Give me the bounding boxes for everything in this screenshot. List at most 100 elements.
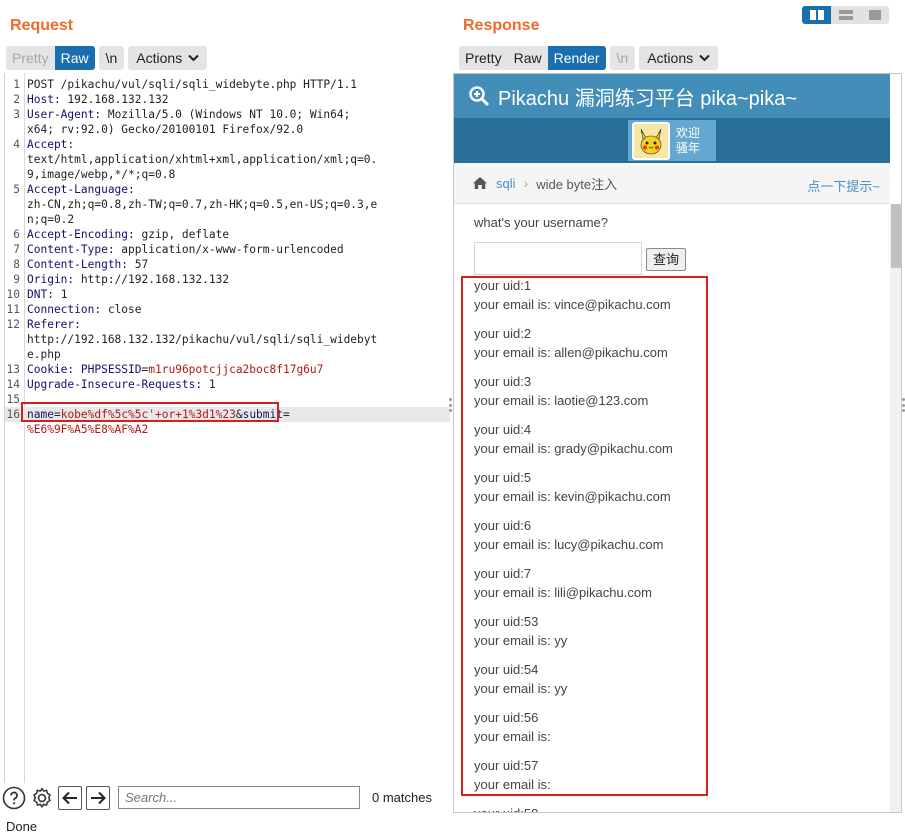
code-line[interactable]: text/html,application/xhtml+xml,applicat… xyxy=(5,152,450,167)
layout-single-button[interactable] xyxy=(860,6,889,24)
code-line[interactable]: 9 Origin: http://192.168.132.132 xyxy=(5,272,450,287)
pikachu-icon xyxy=(640,128,662,154)
search-plus-icon xyxy=(469,86,490,107)
code-line[interactable]: 14 Upgrade-Insecure-Requests: 1 xyxy=(5,377,450,392)
layout-stacked-button[interactable] xyxy=(831,6,860,24)
columns-icon xyxy=(809,10,824,20)
render-scrollbar-track[interactable] xyxy=(890,204,901,812)
layout-side-by-side-button[interactable] xyxy=(802,6,831,24)
code-token: Host: xyxy=(27,93,68,106)
breadcrumb: sqli › wide byte注入 点一下提示~ xyxy=(454,163,890,204)
response-newline-toggle[interactable]: \n xyxy=(609,46,636,70)
line-number: 14 xyxy=(6,378,20,391)
request-search-input[interactable] xyxy=(118,786,360,809)
line-content: http://192.168.132.132/pikachu/vul/sqli/… xyxy=(27,332,377,347)
user-menu[interactable]: 欢迎 骚年 xyxy=(628,120,716,161)
code-token: DNT: xyxy=(27,288,61,301)
line-number: 9 xyxy=(13,273,20,286)
code-line[interactable]: 10 DNT: 1 xyxy=(5,287,450,302)
home-icon[interactable] xyxy=(472,176,488,190)
code-line[interactable]: 2 Host: 192.168.132.132 xyxy=(5,92,450,107)
code-line[interactable]: n;q=0.2 xyxy=(5,212,450,227)
line-number: 2 xyxy=(13,93,20,106)
code-line[interactable]: x64; rv:92.0) Gecko/20100101 Firefox/92.… xyxy=(5,122,450,137)
request-actions-dropdown[interactable]: Actions xyxy=(128,46,208,70)
request-toolbar: Pretty Raw \n Actions xyxy=(6,46,208,70)
site-header: Pikachu 漏洞练习平台 pika~pika~ xyxy=(454,74,890,118)
code-line[interactable]: 9,image/webp,*/*;q=0.8 xyxy=(5,167,450,182)
code-line[interactable]: 1 POST /pikachu/vul/sqli/sqli_widebyte.ph… xyxy=(5,77,450,92)
line-content: x64; rv:92.0) Gecko/20100101 Firefox/92.… xyxy=(27,122,303,137)
code-token: 9,image/webp,*/*;q=0.8 xyxy=(27,168,176,181)
code-line[interactable]: 6 Accept-Encoding: gzip, deflate xyxy=(5,227,450,242)
breadcrumb-link-sqli[interactable]: sqli xyxy=(496,176,516,191)
response-tab-render[interactable]: Render xyxy=(547,46,606,70)
welcome-line-2: 骚年 xyxy=(676,140,701,155)
code-line[interactable]: 5 Accept-Language: xyxy=(5,182,450,197)
code-line[interactable]: http://192.168.132.132/pikachu/vul/sqli/… xyxy=(5,332,450,347)
help-icon[interactable] xyxy=(2,786,26,810)
code-token: gzip, deflate xyxy=(141,228,230,241)
response-actions-dropdown[interactable]: Actions xyxy=(639,46,719,70)
code-token: 1 xyxy=(60,288,68,301)
line-number: 8 xyxy=(13,258,20,271)
response-title: Response xyxy=(463,17,540,34)
request-title: Request xyxy=(10,17,74,34)
hint-link[interactable]: 点一下提示~ xyxy=(807,176,880,195)
line-content: Upgrade-Insecure-Requests: 1 xyxy=(27,377,216,392)
line-content: Cookie: PHPSESSID=m1ru96potcjjca2boc8f17… xyxy=(27,362,323,377)
code-token: Accept: xyxy=(27,138,81,151)
code-token: POST /pikachu/vul/sqli/sqli_widebyte.php… xyxy=(27,78,358,91)
request-tab-pretty[interactable]: Pretty xyxy=(6,46,55,70)
pane-splitter[interactable] xyxy=(449,398,452,412)
line-content: text/html,application/xhtml+xml,applicat… xyxy=(27,152,377,167)
line-number: 1 xyxy=(13,78,20,91)
code-line[interactable]: 11 Connection: close xyxy=(5,302,450,317)
line-content: Content-Type: application/x-www-form-url… xyxy=(27,242,344,257)
code-token: PHPSESSID xyxy=(80,363,142,376)
code-token: m1ru96potcjjca2boc8f17g6u7 xyxy=(148,363,324,376)
response-tab-raw[interactable]: Raw xyxy=(507,46,548,70)
response-tab-pretty[interactable]: Pretty xyxy=(459,46,508,70)
line-content: e.php xyxy=(27,347,61,362)
line-content: Origin: http://192.168.132.132 xyxy=(27,272,229,287)
query-button[interactable]: 查询 xyxy=(646,248,687,271)
request-view-tabs: Pretty Raw xyxy=(6,46,95,70)
code-line[interactable]: %E6%9F%A5%E8%AF%A2 xyxy=(5,422,450,437)
render-scrollbar-thumb[interactable] xyxy=(891,204,901,268)
code-line[interactable]: 7 Content-Type: application/x-www-form-ur… xyxy=(5,242,450,257)
code-token: close xyxy=(107,303,142,316)
code-line[interactable]: 8 Content-Length: 57 xyxy=(5,257,450,272)
code-token: Accept-Language: xyxy=(27,183,142,196)
code-token: application/x-www-form-urlencoded xyxy=(121,243,344,256)
line-number: 6 xyxy=(13,228,20,241)
result-uid: your uid:58 xyxy=(474,804,538,812)
code-token: Content-Type: xyxy=(27,243,122,256)
chevron-down-icon xyxy=(188,54,199,62)
code-line[interactable]: 13 Cookie: PHPSESSID=m1ru96potcjjca2boc8f… xyxy=(5,362,450,377)
request-raw-editor[interactable]: 1 POST /pikachu/vul/sqli/sqli_widebyte.ph… xyxy=(4,73,450,783)
payload-highlight-box xyxy=(21,402,279,422)
username-input[interactable] xyxy=(474,242,642,275)
line-number: 5 xyxy=(13,183,20,196)
line-content: Accept-Language: xyxy=(27,182,142,197)
request-newline-toggle[interactable]: \n xyxy=(98,46,125,70)
gear-icon[interactable] xyxy=(30,786,54,810)
request-tab-raw[interactable]: Raw xyxy=(54,46,95,70)
code-line[interactable]: 4 Accept: xyxy=(5,137,450,152)
site-title[interactable]: Pikachu 漏洞练习平台 pika~pika~ xyxy=(498,82,797,111)
code-token: http://192.168.132.132 xyxy=(80,273,230,286)
code-line[interactable]: 12 Referer: xyxy=(5,317,450,332)
code-token: x64; rv:92.0) Gecko/20100101 Firefox/92.… xyxy=(27,123,304,136)
line-content: zh-CN,zh;q=0.8,zh-TW;q=0.7,zh-HK;q=0.5,e… xyxy=(27,197,377,212)
search-next-button[interactable] xyxy=(86,786,110,810)
username-question: what's your username? xyxy=(474,215,608,230)
code-line[interactable]: 3 User-Agent: Mozilla/5.0 (Windows NT 10.… xyxy=(5,107,450,122)
code-line[interactable]: zh-CN,zh;q=0.8,zh-TW;q=0.7,zh-HK;q=0.5,e… xyxy=(5,197,450,212)
code-token: = xyxy=(283,408,290,421)
code-token: Mozilla/5.0 (Windows NT 10.0; Win64; xyxy=(107,108,351,121)
line-content: Content-Length: 57 xyxy=(27,257,148,272)
search-previous-button[interactable] xyxy=(58,786,82,810)
line-number: 15 xyxy=(6,393,20,406)
code-line[interactable]: e.php xyxy=(5,347,450,362)
